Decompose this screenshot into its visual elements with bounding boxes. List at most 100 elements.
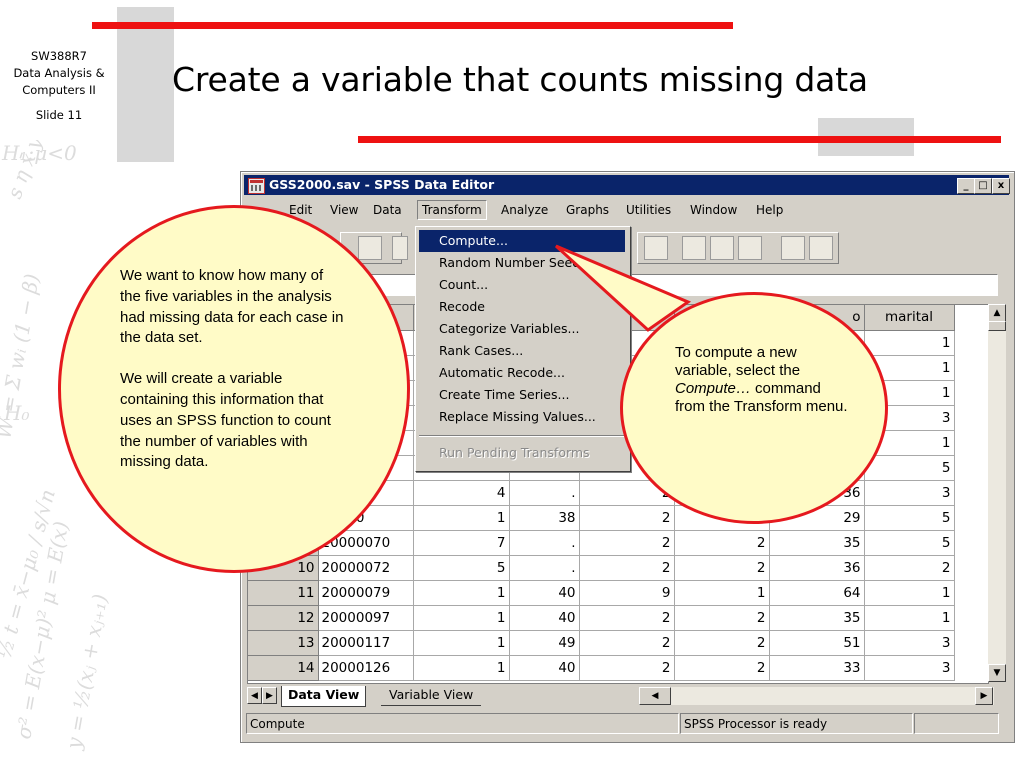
cell-value-field[interactable] [306,274,998,296]
data-cell[interactable]: 2 [579,605,675,631]
undo-icon[interactable] [392,236,408,260]
goto-chart-icon[interactable] [358,236,382,260]
data-cell[interactable]: 2 [674,605,770,631]
use-sets-icon[interactable] [809,236,833,260]
cell-marital[interactable]: 1 [864,605,955,631]
data-cell[interactable]: 33 [769,655,865,681]
scroll-thumb[interactable] [988,321,1006,331]
svg-text:H₀: H₀ [3,401,29,425]
menu-window[interactable]: Window [690,200,737,220]
data-cell[interactable]: 4 [413,480,510,506]
table-row: 20000070 7. 2 2 35 5 [248,530,955,556]
data-cell[interactable]: . [509,480,580,506]
menu-item-replace-missing-values[interactable]: Replace Missing Values... [419,406,625,428]
data-cell[interactable]: 9 [579,580,675,606]
data-cell[interactable]: 64 [769,580,865,606]
data-cell[interactable]: 2 [674,655,770,681]
data-cell[interactable]: 49 [509,630,580,656]
data-cell[interactable]: 2 [579,630,675,656]
tab-variable-view[interactable]: Variable View [381,686,482,706]
cell-marital[interactable]: 1 [864,580,955,606]
menu-view[interactable]: View [330,200,358,220]
window-titlebar[interactable]: GSS2000.sav - SPSS Data Editor _ □ x [244,175,1010,195]
row-header-cell[interactable]: 12 [248,605,319,631]
menu-data[interactable]: Data [373,200,402,220]
row-header-cell[interactable]: 13 [248,630,319,656]
cell-marital[interactable]: 5 [864,505,955,531]
maximize-button[interactable]: □ [974,178,992,194]
menu-transform[interactable]: Transform [417,200,487,220]
menu-utilities[interactable]: Utilities [626,200,671,220]
data-cell[interactable]: 40 [509,605,580,631]
row-header-cell[interactable]: 14 [248,655,319,681]
spss-app-icon[interactable] [248,178,265,194]
data-cell[interactable]: 5 [413,555,510,581]
menu-help[interactable]: Help [756,200,783,220]
data-cell[interactable]: 20000117 [318,630,414,656]
data-cell[interactable]: 2 [674,630,770,656]
menu-analyze[interactable]: Analyze [501,200,548,220]
data-cell[interactable]: 1 [413,580,510,606]
data-cell[interactable]: 2 [579,655,675,681]
cell-marital[interactable]: 5 [864,530,955,556]
cell-marital[interactable]: 5 [864,455,955,481]
menu-item-compute[interactable]: Compute... [419,230,625,252]
menu-item-automatic-recode[interactable]: Automatic Recode... [419,362,625,384]
cell-marital[interactable]: 3 [864,630,955,656]
column-header-marital[interactable]: marital [864,305,955,331]
data-cell[interactable]: . [509,555,580,581]
row-header-cell[interactable]: 11 [248,580,319,606]
menu-item-count[interactable]: Count... [419,274,625,296]
data-cell[interactable]: 35 [769,605,865,631]
data-cell[interactable]: 2 [579,530,675,556]
weight-cases-icon[interactable] [710,236,734,260]
cell-marital[interactable]: 1 [864,330,955,356]
data-cell[interactable]: 35 [769,530,865,556]
data-cell[interactable]: 7 [413,530,510,556]
hscroll-left-arrow-icon[interactable]: ◀ [639,687,671,705]
data-cell[interactable]: 20000097 [318,605,414,631]
data-cell[interactable]: 51 [769,630,865,656]
insert-case-icon[interactable] [644,236,668,260]
hscroll-right-arrow-icon[interactable]: ▶ [975,687,993,705]
data-cell[interactable]: 1 [413,630,510,656]
tab-data-view[interactable]: Data View [281,686,367,707]
data-cell[interactable]: 20000126 [318,655,414,681]
tab-scroll-left-icon[interactable]: ◀ [247,687,262,704]
data-cell[interactable]: 1 [674,580,770,606]
data-cell[interactable]: . [509,530,580,556]
data-cell[interactable]: 2 [579,555,675,581]
menu-item-create-time-series[interactable]: Create Time Series... [419,384,625,406]
data-cell[interactable]: 1 [413,505,510,531]
horizontal-scrollbar[interactable]: ◀ ▶ [639,687,994,705]
select-cases-icon[interactable] [738,236,762,260]
table-row: 12 20000097 1 40 2 2 35 1 [248,605,955,631]
data-cell[interactable]: 1 [413,655,510,681]
data-cell[interactable]: 36 [769,555,865,581]
scroll-down-arrow-icon[interactable]: ▼ [988,664,1006,682]
data-cell[interactable]: 2 [674,530,770,556]
data-cell[interactable]: 20000072 [318,555,414,581]
tab-scroll-right-icon[interactable]: ▶ [262,687,277,704]
data-cell[interactable]: 20000079 [318,580,414,606]
minimize-button[interactable]: _ [957,178,975,194]
vertical-scrollbar[interactable]: ▲ ▼ [988,304,1006,682]
value-labels-icon[interactable] [781,236,805,260]
menu-graphs[interactable]: Graphs [566,200,609,220]
data-cell[interactable]: 38 [509,505,580,531]
menu-item-rank-cases[interactable]: Rank Cases... [419,340,625,362]
data-cell[interactable]: 2 [579,505,675,531]
data-cell[interactable]: 40 [509,655,580,681]
data-cell[interactable]: 40 [509,580,580,606]
menu-item-categorize-variables[interactable]: Categorize Variables... [419,318,625,340]
menu-item-random-number-seed[interactable]: Random Number Seed... [419,252,625,274]
menu-item-recode[interactable]: Recode [419,296,625,318]
close-button[interactable]: x [992,178,1010,194]
cell-marital[interactable]: 2 [864,555,955,581]
cell-marital[interactable]: 3 [864,655,955,681]
split-file-icon[interactable] [682,236,706,260]
data-cell[interactable]: 1 [413,605,510,631]
cell-marital[interactable]: 3 [864,480,955,506]
scroll-up-arrow-icon[interactable]: ▲ [988,304,1006,322]
data-cell[interactable]: 2 [674,555,770,581]
